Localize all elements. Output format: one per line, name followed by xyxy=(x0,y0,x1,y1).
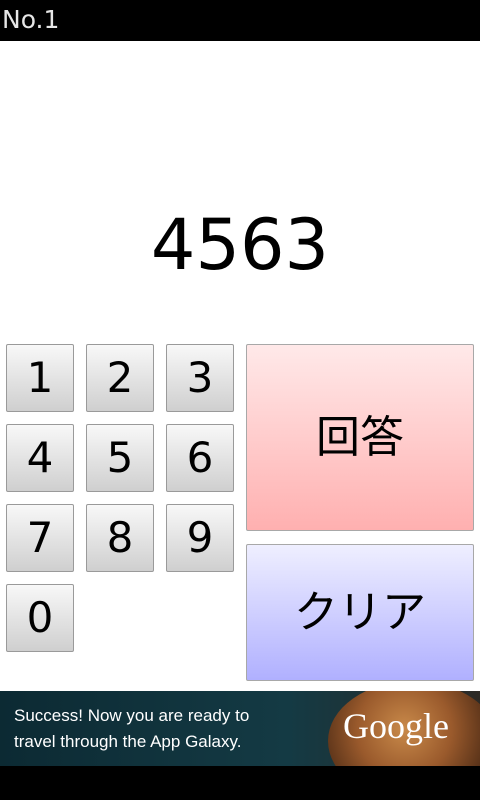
key-4[interactable]: 4 xyxy=(6,424,74,492)
ad-brand-logo: Google xyxy=(343,706,449,746)
key-3[interactable]: 3 xyxy=(166,344,234,412)
clear-button[interactable]: クリア xyxy=(246,544,474,681)
key-6[interactable]: 6 xyxy=(166,424,234,492)
key-2[interactable]: 2 xyxy=(86,344,154,412)
title-bar: No.1 xyxy=(0,0,480,41)
number-display: 4563 xyxy=(150,204,330,286)
key-5[interactable]: 5 xyxy=(86,424,154,492)
app-title: No.1 xyxy=(2,5,60,34)
key-0[interactable]: 0 xyxy=(6,584,74,652)
answer-button[interactable]: 回答 xyxy=(246,344,474,531)
ad-text-line1: Success! Now you are ready to xyxy=(14,706,250,725)
key-1[interactable]: 1 xyxy=(6,344,74,412)
ad-banner[interactable]: Success! Now you are ready to travel thr… xyxy=(0,691,480,766)
key-9[interactable]: 9 xyxy=(166,504,234,572)
ad-text-line2: travel through the App Galaxy. xyxy=(14,732,242,751)
key-8[interactable]: 8 xyxy=(86,504,154,572)
key-7[interactable]: 7 xyxy=(6,504,74,572)
bottom-bar xyxy=(0,766,480,800)
